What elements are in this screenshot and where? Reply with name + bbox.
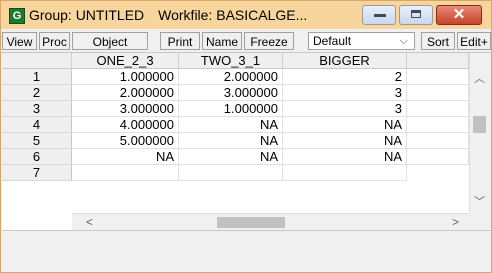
table-cell[interactable]: 5.000000 xyxy=(72,133,179,149)
table-cell[interactable]: NA xyxy=(283,149,407,165)
table-cell[interactable]: NA xyxy=(283,133,407,149)
empty-cell[interactable] xyxy=(407,149,469,165)
empty-cell[interactable] xyxy=(407,133,469,149)
column-header[interactable]: TWO_3_1 xyxy=(179,53,283,69)
empty-cell[interactable] xyxy=(407,85,469,101)
print-button[interactable]: Print xyxy=(160,32,200,50)
table-cell[interactable] xyxy=(283,165,407,181)
column-header[interactable]: ONE_2_3 xyxy=(72,53,179,69)
minimize-icon xyxy=(374,14,386,17)
column-header-empty xyxy=(407,53,469,69)
table-cell[interactable]: 2.000000 xyxy=(72,85,179,101)
empty-cell[interactable] xyxy=(407,69,469,85)
workfile-label: Workfile: BASICALGE... xyxy=(158,7,308,23)
table-cell[interactable]: 2 xyxy=(283,69,407,85)
minimize-button[interactable] xyxy=(362,5,396,25)
scroll-left-icon[interactable]: < xyxy=(86,214,93,231)
scroll-right-icon[interactable]: > xyxy=(452,214,459,231)
empty-cell[interactable] xyxy=(407,117,469,133)
vertical-scroll-thumb[interactable] xyxy=(473,116,486,133)
table-cell[interactable]: 3.000000 xyxy=(179,85,283,101)
sort-button[interactable]: Sort xyxy=(421,32,455,50)
title-bar[interactable]: G Group: UNTITLED Workfile: BASICALGE... … xyxy=(1,1,491,29)
spreadsheet-grid[interactable]: ONE_2_3 TWO_3_1 BIGGER 1 1.000000 2.0000… xyxy=(2,53,469,230)
freeze-button[interactable]: Freeze xyxy=(244,32,294,50)
scroll-up-icon[interactable]: ︿ xyxy=(470,70,489,86)
row-header[interactable]: 3 xyxy=(2,101,72,117)
table-cell[interactable]: NA xyxy=(72,149,179,165)
table-cell[interactable]: 3 xyxy=(283,101,407,117)
row-header[interactable]: 6 xyxy=(2,149,72,165)
table-cell[interactable]: 1.000000 xyxy=(72,69,179,85)
maximize-button[interactable] xyxy=(399,5,433,25)
row-header[interactable]: 7 xyxy=(2,165,72,181)
maximize-icon xyxy=(411,10,421,18)
table-cell[interactable]: 1.000000 xyxy=(179,101,283,117)
view-button[interactable]: View xyxy=(2,32,37,50)
table-cell[interactable]: 3.000000 xyxy=(72,101,179,117)
empty-cell[interactable] xyxy=(407,101,469,117)
table-cell[interactable]: NA xyxy=(283,117,407,133)
table-cell[interactable]: NA xyxy=(179,133,283,149)
table-cell[interactable]: NA xyxy=(179,117,283,133)
group-icon: G xyxy=(9,8,25,24)
table-cell[interactable]: 3 xyxy=(283,85,407,101)
row-header[interactable]: 2 xyxy=(2,85,72,101)
name-button[interactable]: Name xyxy=(202,32,242,50)
horizontal-scroll-thumb[interactable] xyxy=(217,217,285,228)
row-header[interactable]: 5 xyxy=(2,133,72,149)
group-title: Group: UNTITLED xyxy=(29,7,145,23)
table-cell[interactable]: 4.000000 xyxy=(72,117,179,133)
horizontal-scrollbar[interactable]: < > xyxy=(72,213,469,231)
table-cell[interactable] xyxy=(179,165,283,181)
table-cell[interactable] xyxy=(72,165,179,181)
display-select-value: Default xyxy=(313,34,352,48)
status-area xyxy=(2,230,490,272)
chevron-down-icon: ⌵ xyxy=(399,35,408,47)
table-cell[interactable]: 2.000000 xyxy=(179,69,283,85)
close-button[interactable]: ✕ xyxy=(436,5,482,25)
group-window: G Group: UNTITLED Workfile: BASICALGE... … xyxy=(0,0,492,273)
corner-header xyxy=(2,53,72,69)
proc-button[interactable]: Proc xyxy=(39,32,70,50)
object-button[interactable]: Object xyxy=(72,32,148,50)
table-cell[interactable]: NA xyxy=(179,149,283,165)
row-header[interactable]: 4 xyxy=(2,117,72,133)
window-title: Group: UNTITLED Workfile: BASICALGE... xyxy=(29,7,307,23)
scroll-down-icon[interactable]: ﹀ xyxy=(470,193,489,209)
column-header[interactable]: BIGGER xyxy=(283,53,407,69)
close-icon: ✕ xyxy=(452,6,466,23)
display-select[interactable]: Default ⌵ xyxy=(308,32,415,50)
edit-button[interactable]: Edit+ xyxy=(457,32,491,50)
row-header[interactable]: 1 xyxy=(2,69,72,85)
object-label: Object xyxy=(92,35,128,49)
toolbar: View Proc Object Print Name Freeze Defau… xyxy=(1,30,491,53)
vertical-scrollbar[interactable]: ︿ ﹀ xyxy=(469,53,489,213)
